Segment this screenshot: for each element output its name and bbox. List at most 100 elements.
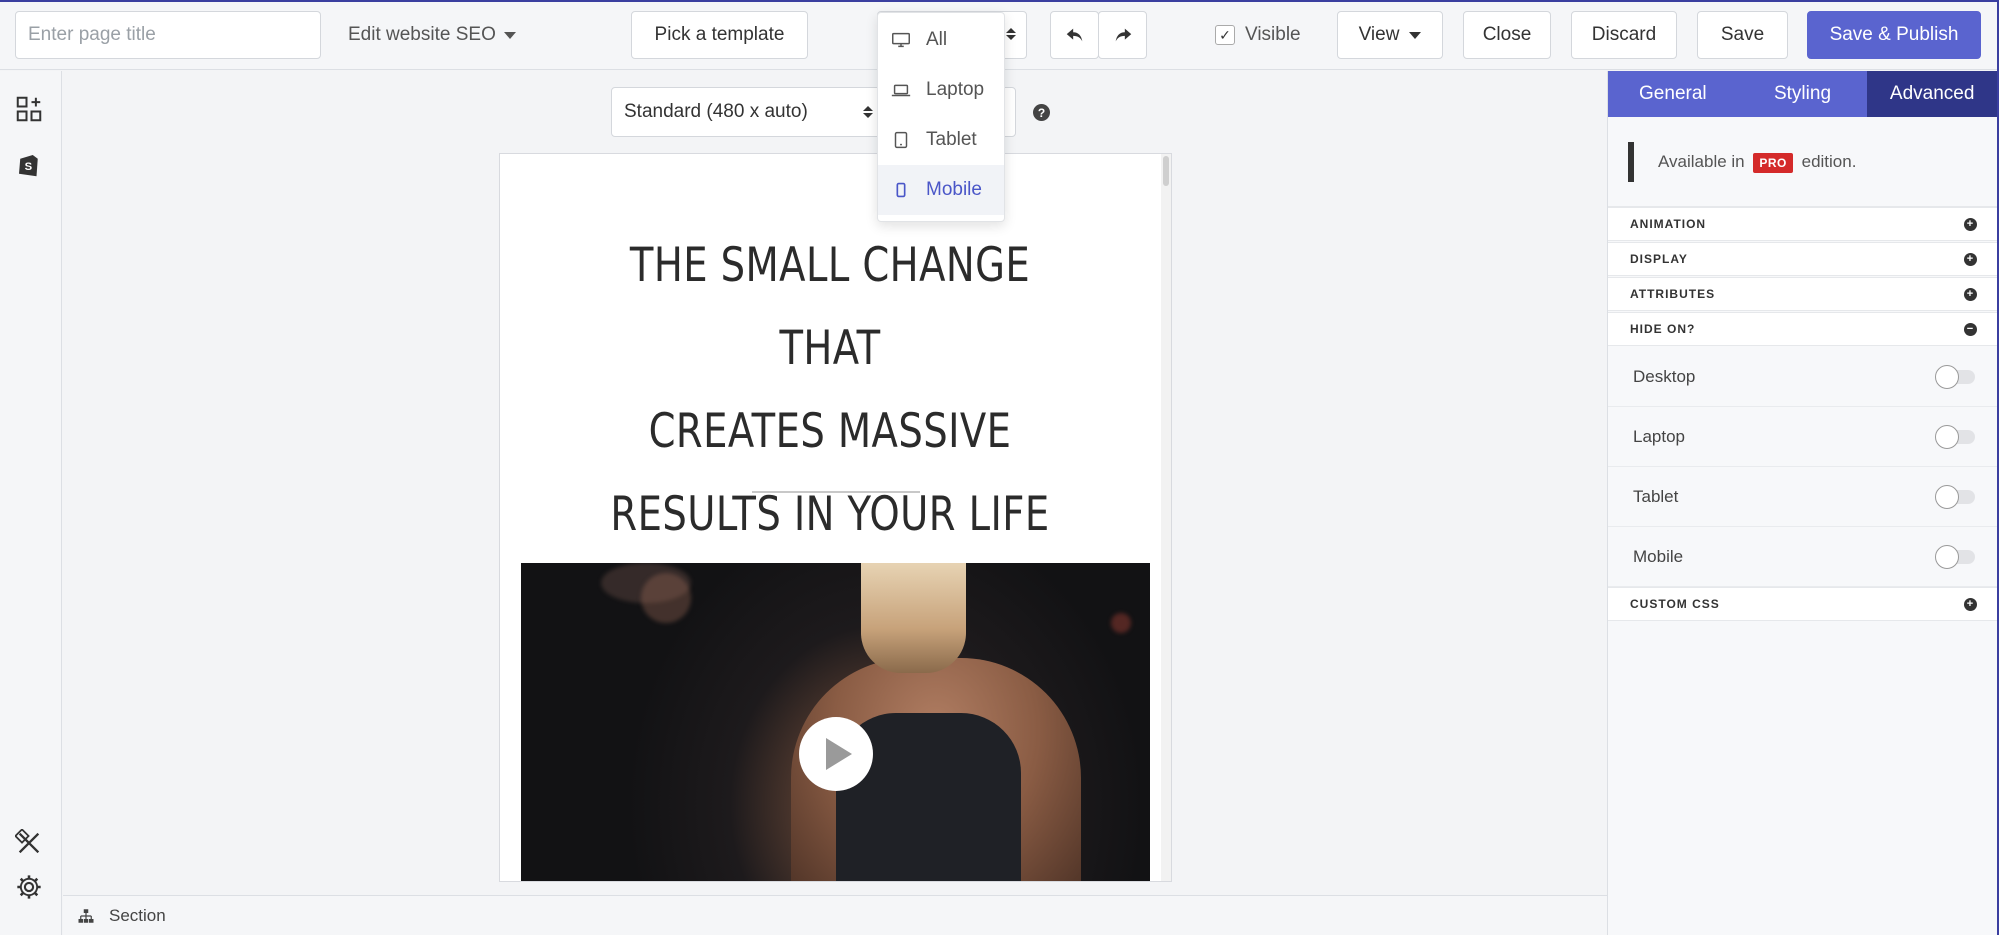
hide-on-laptop: Laptop bbox=[1608, 407, 1997, 467]
device-option-label: Tablet bbox=[926, 129, 977, 150]
hide-on-mobile: Mobile bbox=[1608, 527, 1997, 587]
undo-icon bbox=[1066, 28, 1082, 42]
save-publish-label: Save & Publish bbox=[1829, 24, 1959, 45]
video-thumbnail[interactable] bbox=[521, 563, 1150, 881]
section-custom-css[interactable]: CUSTOM CSS + bbox=[1608, 587, 1997, 621]
close-button[interactable]: Close bbox=[1463, 11, 1551, 59]
athlete-hair bbox=[861, 563, 966, 673]
section-title: CUSTOM CSS bbox=[1630, 597, 1720, 611]
device-option-laptop[interactable]: Laptop bbox=[878, 65, 1004, 115]
undo-button[interactable] bbox=[1050, 11, 1099, 59]
hide-on-desktop: Desktop bbox=[1608, 347, 1997, 407]
pro-note-before: Available in bbox=[1658, 151, 1745, 171]
hide-on-tablet: Tablet bbox=[1608, 467, 1997, 527]
plus-circle-icon: + bbox=[1964, 217, 1977, 231]
close-label: Close bbox=[1482, 24, 1532, 45]
plus-circle-icon: + bbox=[1964, 287, 1977, 301]
help-icon[interactable]: ? bbox=[1033, 104, 1050, 121]
bottom-breadcrumb-bar: Section bbox=[63, 895, 1607, 935]
play-icon[interactable] bbox=[799, 717, 873, 791]
save-publish-button[interactable]: Save & Publish bbox=[1807, 11, 1981, 59]
tablet-icon bbox=[894, 131, 908, 149]
left-sidebar: S bbox=[0, 71, 62, 935]
pro-badge: PRO bbox=[1753, 152, 1793, 173]
pick-template-label: Pick a template bbox=[654, 24, 785, 45]
sort-arrows-icon bbox=[1006, 28, 1016, 40]
section-display[interactable]: DISPLAY + bbox=[1608, 242, 1997, 276]
panel-tabs: General Styling Advanced bbox=[1608, 71, 1998, 117]
divider bbox=[752, 491, 920, 493]
pick-template-button[interactable]: Pick a template bbox=[631, 11, 808, 59]
desktop-icon bbox=[892, 32, 910, 48]
laptop-icon bbox=[891, 84, 911, 97]
hide-toggle[interactable] bbox=[1935, 484, 1975, 509]
properties-panel: General Styling Advanced Available in PR… bbox=[1607, 71, 1998, 935]
hide-on-label: Tablet bbox=[1633, 486, 1679, 506]
sort-arrows-icon bbox=[863, 106, 873, 118]
section-attributes[interactable]: ATTRIBUTES + bbox=[1608, 277, 1997, 311]
minus-circle-icon: − bbox=[1964, 322, 1977, 336]
breadcrumb-section[interactable]: Section bbox=[109, 906, 166, 926]
hide-toggle[interactable] bbox=[1935, 424, 1975, 449]
discard-button[interactable]: Discard bbox=[1571, 11, 1677, 59]
headline-line: CREATES MASSIVE bbox=[648, 404, 1012, 459]
device-option-label: Mobile bbox=[926, 179, 982, 200]
view-label: View bbox=[1358, 24, 1400, 45]
section-title: ATTRIBUTES bbox=[1630, 287, 1716, 301]
tab-advanced[interactable]: Advanced bbox=[1867, 71, 1998, 117]
mobile-icon bbox=[896, 182, 906, 198]
page-preview[interactable]: THE SMALL CHANGE THAT CREATES MASSIVE RE… bbox=[499, 153, 1172, 882]
hide-toggle[interactable] bbox=[1935, 364, 1975, 389]
caret-down-icon bbox=[1409, 31, 1422, 39]
device-option-label: Laptop bbox=[926, 79, 985, 100]
tab-general[interactable]: General bbox=[1608, 71, 1738, 117]
viewport-size-label: Standard (480 x auto) bbox=[624, 101, 808, 122]
editor-canvas: Standard (480 x auto) ? THE SMALL CHANGE… bbox=[63, 71, 1607, 895]
visible-label: Visible bbox=[1245, 24, 1301, 45]
headline-line: THE SMALL CHANGE THAT bbox=[629, 238, 1031, 376]
page-title-input[interactable] bbox=[15, 11, 321, 59]
section-hide-on[interactable]: HIDE ON? − bbox=[1608, 312, 1997, 346]
hide-on-label: Mobile bbox=[1633, 546, 1684, 566]
pro-note-text: Available in PRO edition. bbox=[1658, 151, 1857, 173]
device-option-mobile[interactable]: Mobile bbox=[878, 165, 1004, 215]
design-tools-icon[interactable] bbox=[13, 827, 45, 859]
device-option-tablet[interactable]: Tablet bbox=[878, 115, 1004, 165]
plus-circle-icon: + bbox=[1964, 597, 1977, 611]
section-animation[interactable]: ANIMATION + bbox=[1608, 207, 1997, 241]
preview-scrollbar[interactable] bbox=[1161, 154, 1171, 881]
save-button[interactable]: Save bbox=[1697, 11, 1788, 59]
redo-button[interactable] bbox=[1098, 11, 1147, 59]
svg-text:S: S bbox=[25, 161, 33, 173]
viewport-size-select[interactable]: Standard (480 x auto) bbox=[611, 87, 886, 137]
save-label: Save bbox=[1720, 24, 1765, 45]
redo-icon bbox=[1115, 28, 1131, 42]
section-title: DISPLAY bbox=[1630, 252, 1688, 266]
section-title: ANIMATION bbox=[1630, 217, 1707, 231]
device-option-label: All bbox=[926, 29, 948, 50]
plus-circle-icon: + bbox=[1964, 252, 1977, 266]
note-bar bbox=[1628, 141, 1634, 182]
edit-seo-label: Edit website SEO bbox=[348, 24, 496, 45]
section-title: HIDE ON? bbox=[1630, 322, 1696, 336]
pro-note-after: edition. bbox=[1801, 151, 1857, 171]
pro-edition-note: Available in PRO edition. bbox=[1608, 117, 1997, 207]
edit-seo-dropdown[interactable]: Edit website SEO bbox=[348, 11, 516, 59]
hide-on-label: Desktop bbox=[1633, 366, 1696, 386]
visible-toggle[interactable]: ✓ Visible bbox=[1215, 11, 1301, 59]
sitemap-icon bbox=[78, 908, 94, 923]
device-dropdown-menu: All Laptop Tablet Mobile bbox=[877, 12, 1005, 222]
add-element-icon[interactable] bbox=[13, 93, 45, 125]
visible-checkbox[interactable]: ✓ bbox=[1215, 25, 1235, 45]
caret-down-icon bbox=[503, 31, 516, 39]
shopify-icon[interactable]: S bbox=[13, 149, 45, 181]
settings-gear-icon[interactable] bbox=[13, 871, 45, 903]
headline-line: RESULTS IN YOUR LIFE bbox=[610, 487, 1050, 542]
tab-styling[interactable]: Styling bbox=[1738, 71, 1868, 117]
hide-on-label: Laptop bbox=[1633, 426, 1685, 446]
device-option-all[interactable]: All bbox=[878, 15, 1004, 65]
headline[interactable]: THE SMALL CHANGE THAT CREATES MASSIVE RE… bbox=[584, 224, 1076, 556]
discard-label: Discard bbox=[1591, 24, 1657, 45]
hide-toggle[interactable] bbox=[1935, 544, 1975, 569]
view-dropdown-button[interactable]: View bbox=[1337, 11, 1443, 59]
